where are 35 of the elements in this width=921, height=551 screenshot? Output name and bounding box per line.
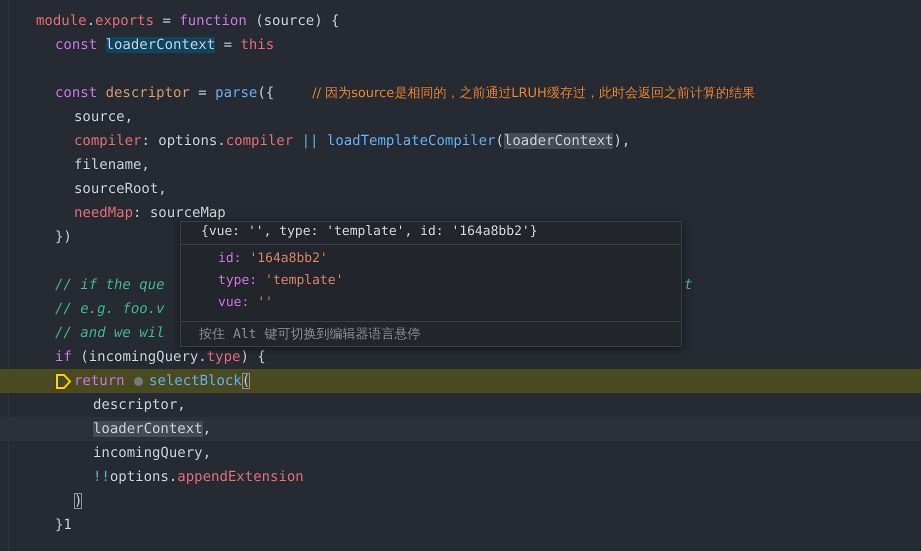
code-line: filename, <box>74 157 150 173</box>
code-line: t <box>684 277 692 293</box>
code-line: if (incomingQuery.type) { <box>55 349 266 365</box>
code-line: incomingQuery, <box>93 445 212 461</box>
key-hint: Alt <box>233 326 256 342</box>
code-line: sourceRoot, <box>74 181 167 197</box>
code-line: // if the que <box>55 277 165 293</box>
code-line: return <box>74 373 126 389</box>
code-line: }1 <box>55 517 72 533</box>
property-key: vue: <box>218 294 250 310</box>
code-line: }) <box>55 229 72 245</box>
code-line: // and we wil <box>55 325 165 341</box>
code-line: ) <box>74 493 82 509</box>
property-value: '164a8bb2' <box>249 250 328 266</box>
property-key: id: <box>218 250 242 266</box>
code-line: const loaderContext = this <box>55 37 274 53</box>
hint-text: 键可切换到编辑器语言悬停 <box>264 326 420 343</box>
debug-arrow-icon <box>55 372 72 390</box>
code-line: selectBlock( <box>149 373 250 389</box>
hint-text: 按住 <box>199 326 225 343</box>
property-value: '' <box>257 294 273 310</box>
code-line: module.exports = function (source) { <box>36 13 340 29</box>
code-line: const descriptor = parse({ <box>55 85 274 101</box>
code-annotation: // 因为source是相同的，之前通过LRUH缓存过，此时会返回之前计算的结果 <box>312 85 755 102</box>
property-value: 'template' <box>265 272 344 288</box>
code-line: // e.g. foo.v <box>55 301 165 317</box>
code-line: source, <box>74 109 134 125</box>
code-line: compiler: options.compiler || loadTemplateCompiler(loaderContext), <box>74 133 630 149</box>
code-editor[interactable] <box>0 0 921 551</box>
property-key: type: <box>218 272 258 288</box>
code-line: needMap: sourceMap <box>74 205 226 221</box>
breakpoint-dot-icon[interactable] <box>134 376 144 386</box>
code-line: descriptor, <box>93 397 186 413</box>
hover-signature: {vue: '', type: 'template', id: '164a8bb2'} <box>181 222 681 245</box>
code-line: !!options.appendExtension <box>93 469 304 485</box>
